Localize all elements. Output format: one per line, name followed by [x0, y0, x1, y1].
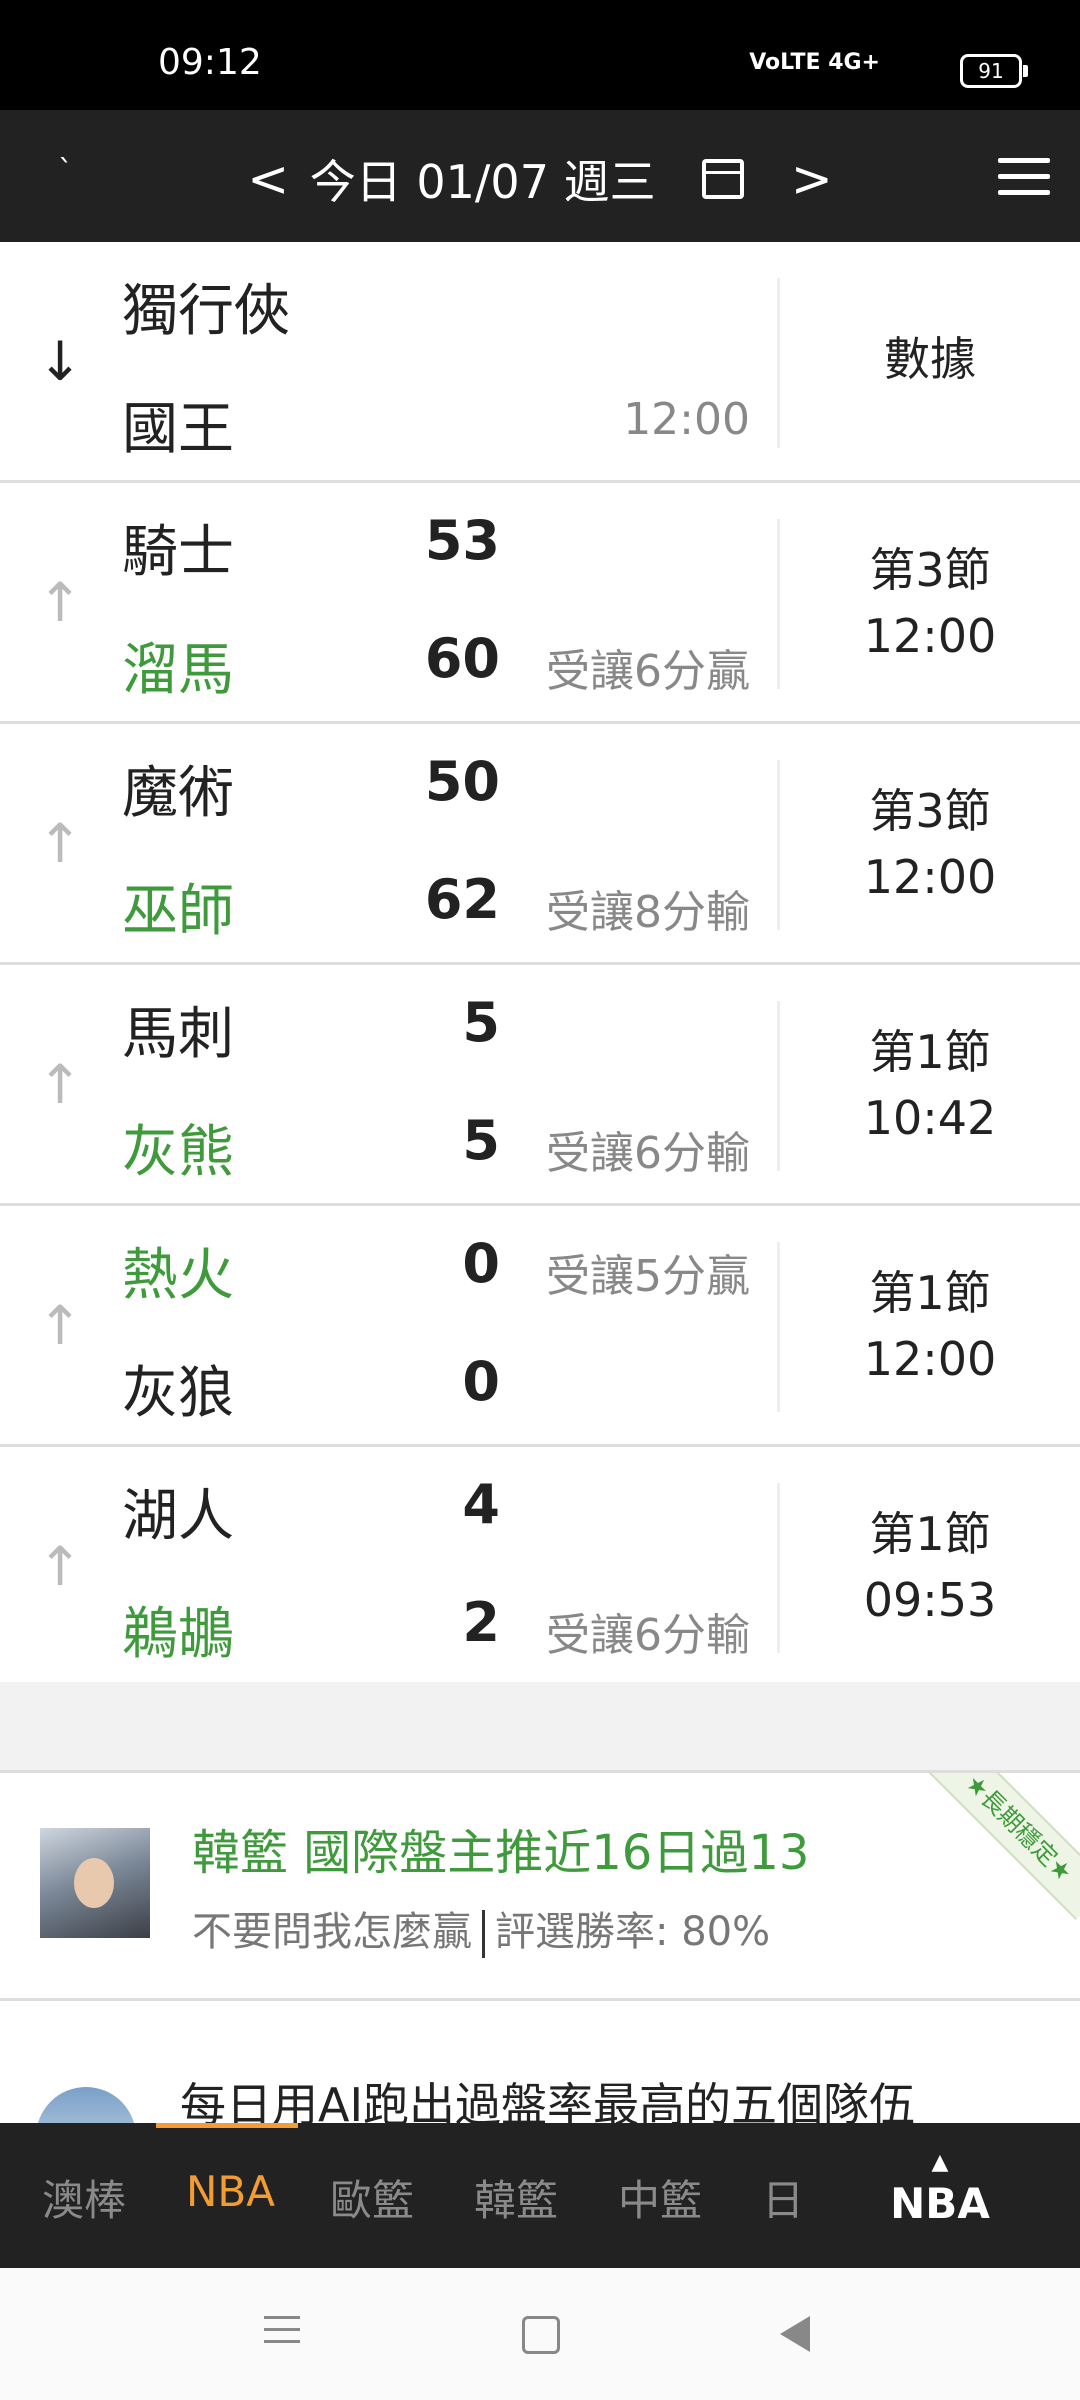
top-header: ˋ < 今日 01/07 週三 > [0, 110, 1080, 242]
team-away: 灰狼 [122, 1361, 234, 1426]
game-period: 第3節 [869, 543, 991, 597]
arrow-up-icon: ↑ [37, 1294, 83, 1357]
status-bar: 09:12 VoLTE 4G+ 91 [0, 0, 1080, 110]
team-home: 熱火 [122, 1243, 234, 1308]
team-away: 灰熊 [122, 1120, 234, 1185]
tipster-title[interactable]: 韓籃 國際盤主推近16日過13 [192, 1813, 809, 1883]
stats-button[interactable]: 數據 [780, 326, 1080, 392]
section-gap [0, 1682, 1080, 1773]
stable-badge: ★長期穩定★ [927, 1773, 1080, 1920]
tab-euro-basketball[interactable]: 歐籃 [330, 2167, 414, 2228]
active-tab-indicator [156, 2123, 298, 2128]
game-row[interactable]: ↑ 魔術 巫師 50 62 受讓8分輸 第3節 12:00 [0, 724, 1080, 965]
signal-icon: VoLTE 4G+ [749, 50, 880, 75]
status-time: 09:12 [158, 42, 262, 83]
game-time: 12:00 [623, 394, 750, 445]
team-away: 鵜鶘 [122, 1602, 234, 1667]
game-status: 第1節 09:53 [780, 1501, 1080, 1633]
team-home: 騎士 [122, 520, 234, 585]
arrow-up-icon: ↑ [37, 1535, 83, 1598]
score-home: 50 [424, 750, 500, 813]
caret-up-icon: ▲ [931, 2150, 949, 2175]
game-row[interactable]: ↑ 熱火 灰狼 0 0 受讓5分贏 第1節 12:00 [0, 1206, 1080, 1447]
game-period: 第1節 [869, 1507, 991, 1561]
handicap-note: 受讓6分贏 [546, 646, 750, 697]
game-clock: 12:00 [863, 1332, 997, 1386]
tab-china-basketball[interactable]: 中籃 [618, 2167, 702, 2228]
system-nav-bar [0, 2268, 1080, 2400]
game-row[interactable]: ↑ 馬刺 灰熊 5 5 受讓6分輸 第1節 10:42 [0, 965, 1080, 1206]
game-clock: 12:00 [863, 609, 997, 663]
tipster-win-rate: 評選勝率: 80% [495, 1909, 771, 1955]
date-navigator: < 今日 01/07 週三 > [0, 146, 1080, 212]
team-away: 巫師 [122, 879, 234, 944]
tab-japan[interactable]: 日 [762, 2167, 804, 2228]
game-list: ↓ 獨行俠 國王 12:00 數據 ↑ 騎士 溜馬 53 60 受讓6分贏 第3… [0, 242, 1080, 1688]
team-home: 魔術 [122, 761, 234, 826]
article-title[interactable]: 每日用AI跑出過盤率最高的五個隊伍 [180, 2069, 915, 2123]
article-thumbnail [36, 2087, 136, 2123]
score-away: 5 [462, 1109, 500, 1172]
game-row[interactable]: ↑ 騎士 溜馬 53 60 受讓6分贏 第3節 12:00 [0, 483, 1080, 724]
tipster-subtitle: 不要問我怎麼贏 評選勝率: 80% [192, 1899, 770, 1958]
score-home: 4 [462, 1473, 500, 1536]
arrow-up-icon: ↑ [37, 1053, 83, 1116]
date-label[interactable]: 今日 01/07 週三 [310, 146, 656, 212]
team-home: 獨行俠 [122, 279, 290, 344]
league-tabs: 澳棒 NBA 歐籃 韓籃 中籃 日 ▲ NBA [0, 2123, 1080, 2268]
game-status: 第3節 12:00 [780, 537, 1080, 669]
stats-label: 數據 [884, 332, 976, 386]
calendar-icon[interactable] [702, 159, 745, 199]
game-period: 第1節 [869, 1025, 991, 1079]
battery-icon: 91 [960, 54, 1028, 88]
score-away: 62 [424, 868, 500, 931]
next-day-button[interactable]: > [785, 150, 839, 208]
game-status: 第1節 12:00 [780, 1260, 1080, 1392]
score-home: 53 [424, 509, 500, 572]
game-clock: 10:42 [863, 1091, 997, 1145]
tab-nba[interactable]: NBA [186, 2167, 275, 2216]
separator [482, 1910, 485, 1958]
team-away: 國王 [122, 397, 234, 462]
game-clock: 12:00 [863, 850, 997, 904]
score-away: 2 [462, 1591, 500, 1654]
current-league-label: NBA [890, 2179, 990, 2228]
game-period: 第3節 [869, 784, 991, 838]
tab-aus-baseball[interactable]: 澳棒 [42, 2167, 126, 2228]
league-selector[interactable]: ▲ NBA [880, 2150, 1000, 2229]
avatar [40, 1828, 150, 1938]
team-home: 馬刺 [122, 1002, 234, 1067]
score-away: 0 [462, 1350, 500, 1413]
home-icon[interactable] [522, 2316, 560, 2354]
game-row[interactable]: ↑ 湖人 鵜鶘 4 2 受讓6分輸 第1節 09:53 [0, 1447, 1080, 1688]
arrow-up-icon: ↑ [37, 571, 83, 634]
game-status: 第1節 10:42 [780, 1019, 1080, 1151]
game-row[interactable]: ↓ 獨行俠 國王 12:00 數據 [0, 242, 1080, 483]
article-item[interactable]: 每日用AI跑出過盤率最高的五個隊伍 [0, 2001, 1080, 2123]
menu-icon[interactable] [998, 158, 1050, 206]
team-home: 湖人 [122, 1484, 234, 1549]
score-home: 0 [462, 1232, 500, 1295]
game-period: 第1節 [869, 1266, 991, 1320]
game-clock: 09:53 [863, 1573, 997, 1627]
arrow-down-icon: ↓ [37, 330, 83, 393]
handicap-note: 受讓6分輸 [546, 1610, 750, 1661]
game-status: 第3節 12:00 [780, 778, 1080, 910]
handicap-note: 受讓6分輸 [546, 1128, 750, 1179]
team-away: 溜馬 [122, 638, 234, 703]
arrow-up-icon: ↑ [37, 812, 83, 875]
tipster-card[interactable]: 韓籃 國際盤主推近16日過13 不要問我怎麼贏 評選勝率: 80% ★長期穩定★ [0, 1773, 1080, 2001]
recent-apps-icon[interactable] [264, 2316, 300, 2352]
tab-korea-basketball[interactable]: 韓籃 [474, 2167, 558, 2228]
score-home: 5 [462, 991, 500, 1054]
handicap-note: 受讓8分輸 [546, 887, 750, 938]
score-away: 60 [424, 627, 500, 690]
handicap-note: 受讓5分贏 [546, 1251, 750, 1302]
prev-day-button[interactable]: < [241, 150, 295, 208]
back-icon[interactable] [780, 2316, 810, 2352]
tipster-tagline: 不要問我怎麼贏 [192, 1909, 472, 1955]
